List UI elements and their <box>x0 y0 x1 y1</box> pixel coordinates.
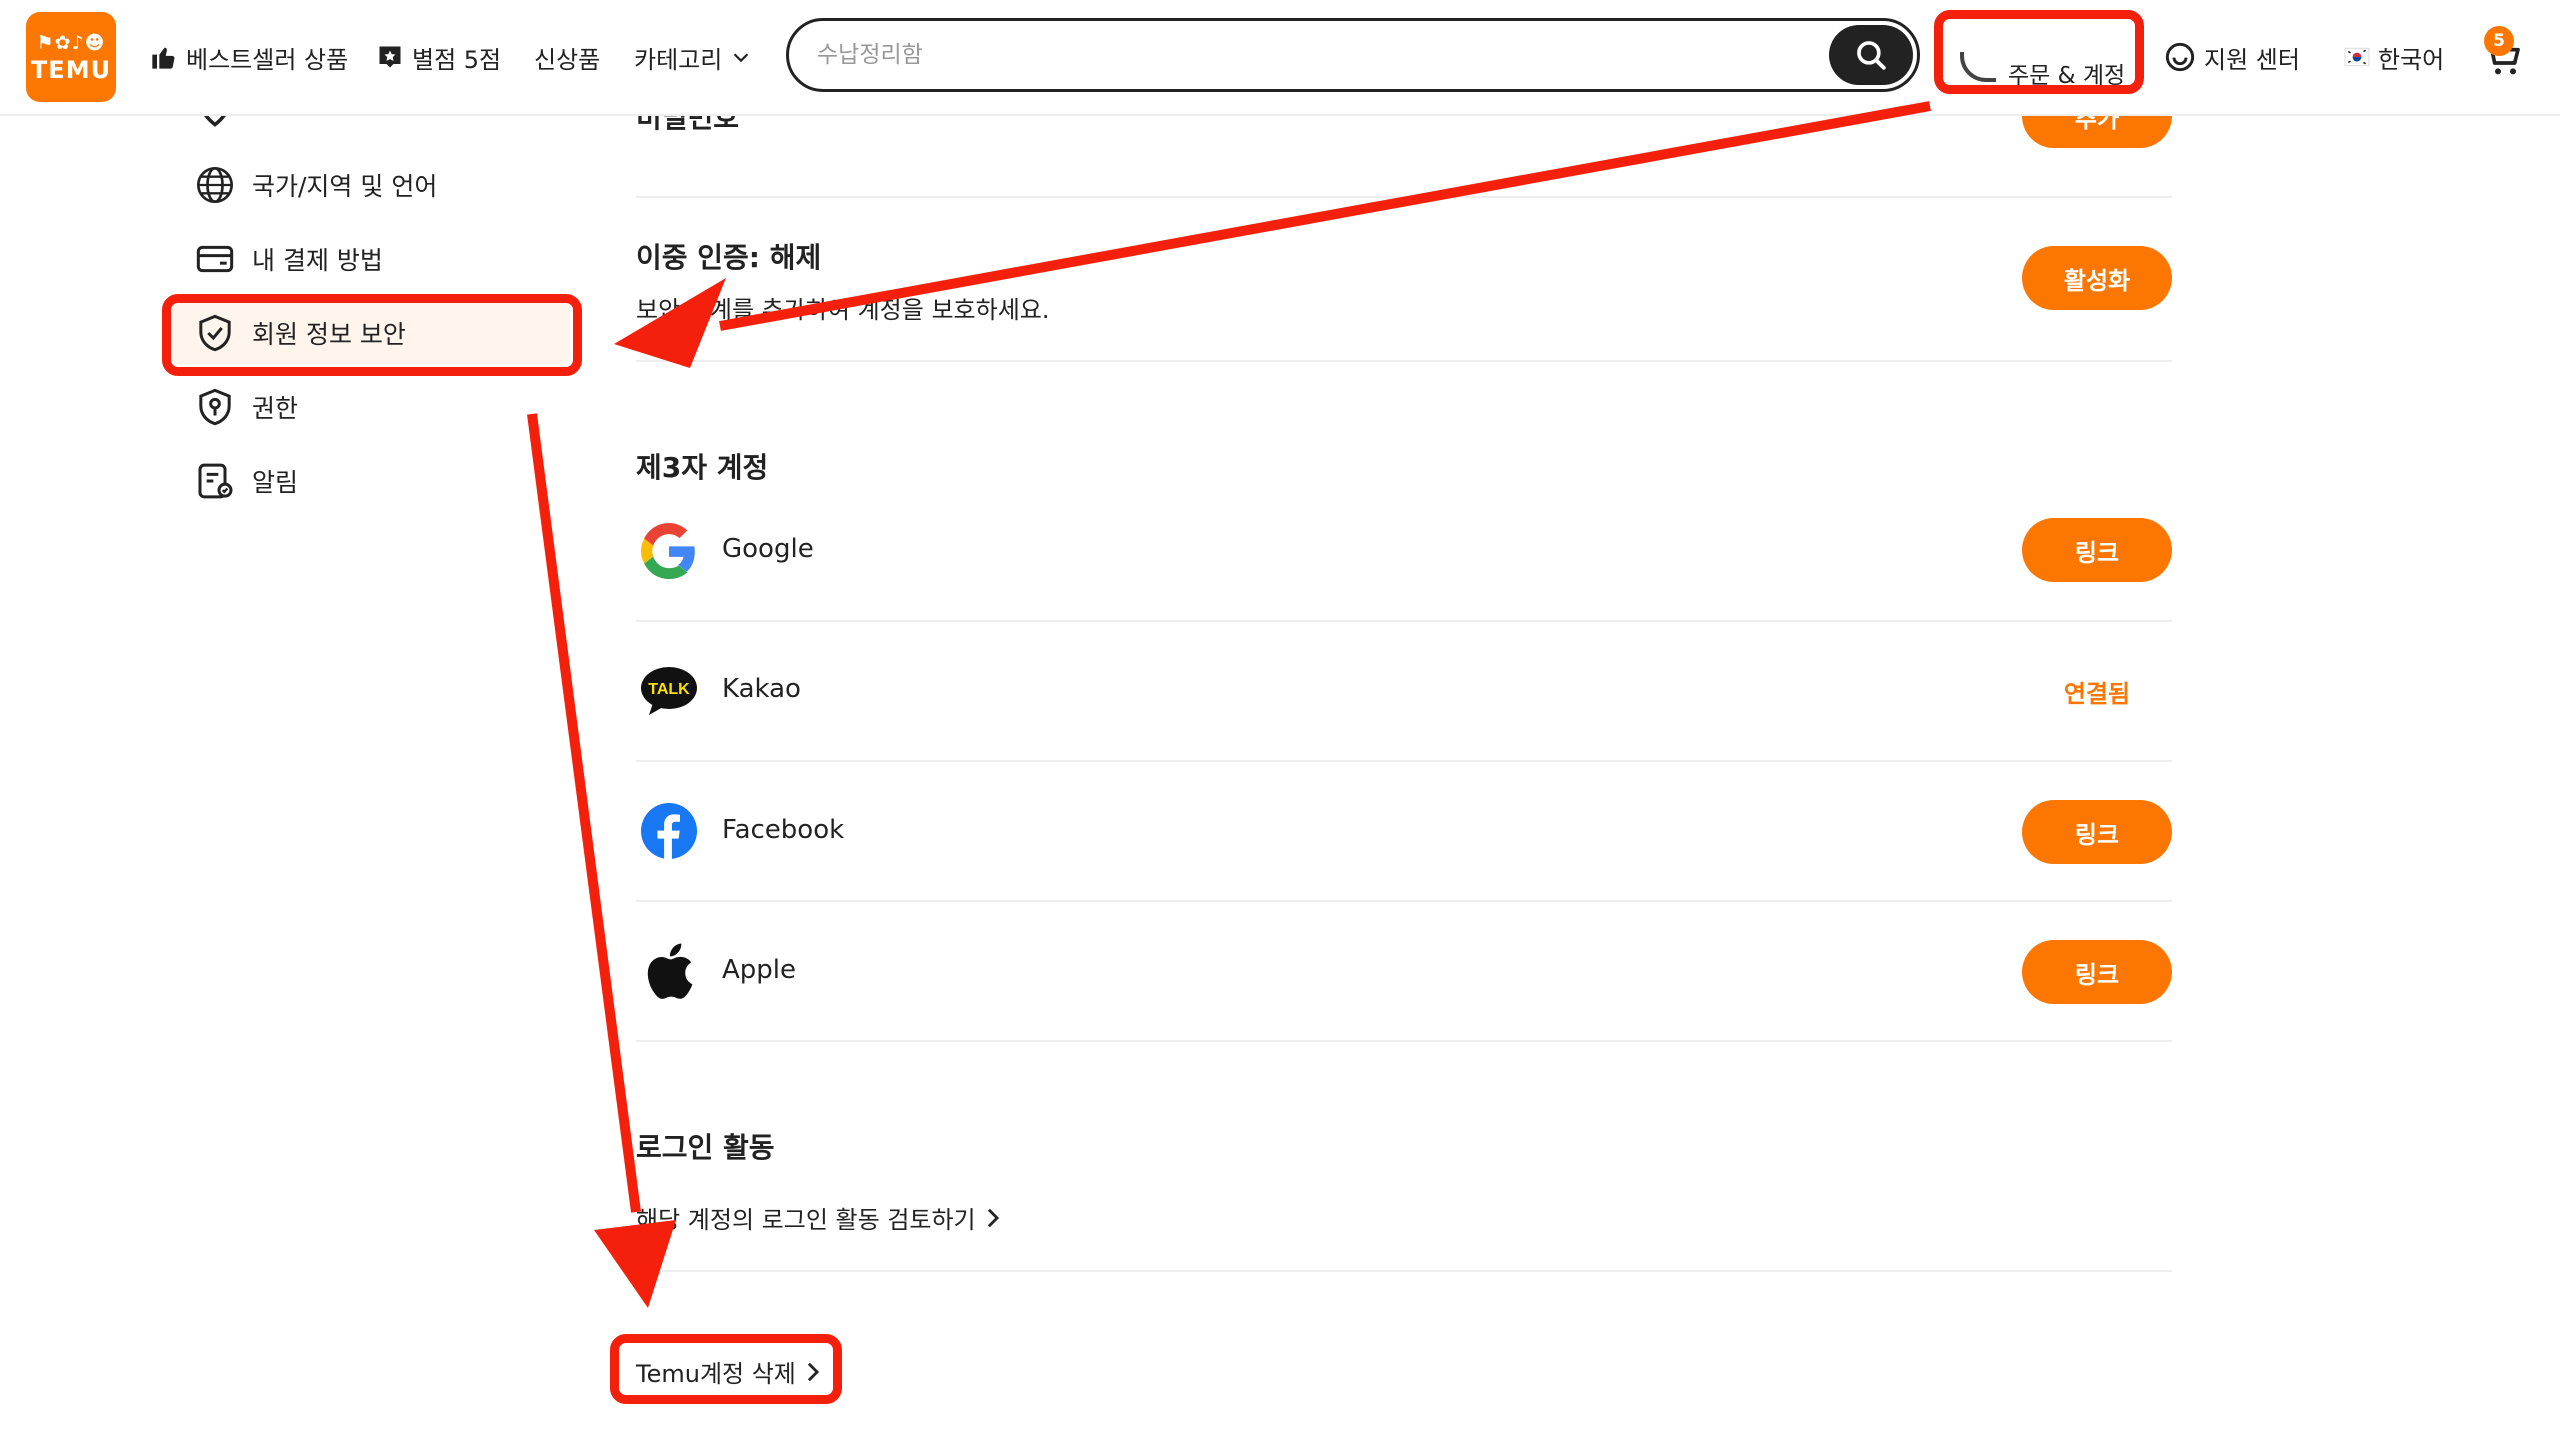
divider <box>636 360 2172 362</box>
nav-new-arrivals[interactable]: 신상품 <box>534 36 600 78</box>
divider <box>636 196 2172 198</box>
support-center-label: 지원 센터 <box>2204 45 2300 74</box>
highlight-delete-box <box>610 1334 842 1404</box>
top-header: ⚑✿♪☻ TEMU 베스트셀러 상품 별점 5점 신상품 카테고리 주문 & 계… <box>0 0 2560 116</box>
nav-categories[interactable]: 카테고리 <box>634 36 752 78</box>
third-party-title: 제3자 계정 <box>636 451 769 484</box>
sidebar-item-payment-methods[interactable]: 내 결제 방법 <box>194 236 383 282</box>
sidebar-item-label: 권한 <box>252 394 299 423</box>
login-activity-title: 로그인 활동 <box>636 1131 775 1164</box>
cart-count-badge: 5 <box>2484 26 2514 56</box>
arrow-to-delete <box>527 413 641 1213</box>
search-button[interactable] <box>1829 25 1913 85</box>
search-input[interactable] <box>815 35 1775 75</box>
apple-label: Apple <box>722 955 797 985</box>
nav-bestsellers-label: 베스트셀러 상품 <box>186 45 349 74</box>
support-smile-icon <box>2165 42 2195 72</box>
facebook-label: Facebook <box>722 815 845 845</box>
nav-categories-label: 카테고리 <box>634 45 723 74</box>
two-factor-activate-button[interactable]: 활성화 <box>2022 246 2172 310</box>
support-center-link[interactable]: 지원 센터 <box>2164 36 2300 78</box>
chevron-right-icon <box>987 1208 999 1227</box>
divider <box>636 1270 2172 1272</box>
sidebar-item-label: 내 결제 방법 <box>252 246 383 275</box>
nav-five-star[interactable]: 별점 5점 <box>376 36 501 78</box>
sidebar-item-region-language[interactable]: 국가/지역 및 언어 <box>194 162 437 208</box>
sidebar-item-notifications[interactable]: 알림 <box>194 458 298 504</box>
thumbs-up-icon <box>152 47 175 69</box>
globe-icon <box>197 167 233 203</box>
divider <box>636 900 2172 902</box>
language-label: 한국어 <box>2378 45 2445 74</box>
facebook-link-button[interactable]: 링크 <box>2022 800 2172 864</box>
two-factor-description: 보안 단계를 추가하여 계정을 보호하세요. <box>636 296 1050 324</box>
google-link-button[interactable]: 링크 <box>2022 518 2172 582</box>
nav-bestsellers[interactable]: 베스트셀러 상품 <box>150 36 348 78</box>
highlight-account-box <box>1934 10 2144 94</box>
temu-logo[interactable]: ⚑✿♪☻ TEMU <box>26 12 116 102</box>
kakao-label: Kakao <box>722 674 801 704</box>
nav-five-star-label: 별점 5점 <box>412 45 502 74</box>
logo-text: TEMU <box>30 56 112 84</box>
facebook-icon <box>638 800 700 862</box>
divider <box>636 1040 2172 1042</box>
google-icon <box>638 520 700 582</box>
logo-icons: ⚑✿♪☻ <box>36 32 106 54</box>
login-activity-link[interactable]: 해당 계정의 로그인 활동 검토하기 <box>636 1200 1002 1235</box>
star-badge-icon <box>379 46 401 68</box>
search-icon <box>1857 41 1886 70</box>
highlight-security-box <box>162 294 582 376</box>
sidebar-item-label: 알림 <box>252 468 299 497</box>
chevron-down-icon <box>734 53 749 63</box>
apple-link-button[interactable]: 링크 <box>2022 940 2172 1004</box>
notification-icon <box>198 463 233 499</box>
kakao-connected-status: 연결됨 <box>2063 680 2131 708</box>
search-bar <box>786 18 1920 92</box>
permission-shield-icon <box>199 388 231 426</box>
kakao-talk-icon: TALK <box>638 660 700 722</box>
language-selector[interactable]: 한국어 <box>2344 36 2444 78</box>
sidebar-item-label: 국가/지역 및 언어 <box>252 172 438 201</box>
nav-new-arrivals-label: 신상품 <box>534 45 601 74</box>
svg-text:TALK: TALK <box>648 681 690 698</box>
two-factor-title: 이중 인증: 해제 <box>636 241 822 274</box>
annotation-arrows <box>527 101 1931 1308</box>
divider <box>636 620 2172 622</box>
korea-flag-icon <box>2344 47 2370 67</box>
sidebar-item-permissions[interactable]: 권한 <box>194 384 298 430</box>
wallet-icon <box>196 245 234 273</box>
login-activity-link-label: 해당 계정의 로그인 활동 검토하기 <box>636 1206 976 1234</box>
divider <box>636 760 2172 762</box>
google-label: Google <box>722 534 814 564</box>
apple-icon <box>638 940 700 1002</box>
